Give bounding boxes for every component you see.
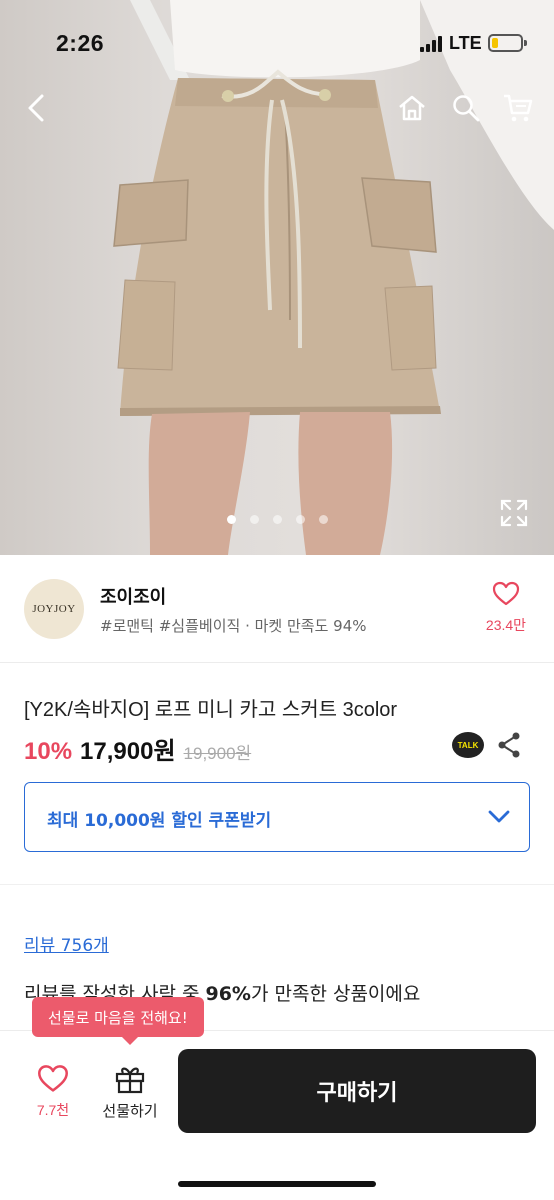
gift-label: 선물하기 <box>102 1102 158 1120</box>
gift-icon <box>115 1067 145 1094</box>
store-tags: #로맨틱 #심플베이직 · 마켓 만족도 94% <box>100 617 367 635</box>
gift-button[interactable]: 선물하기 <box>96 1064 164 1121</box>
favorite-count: 7.7천 <box>36 1102 70 1118</box>
chevron-left-icon <box>28 94 44 122</box>
store-like-button[interactable]: 23.4만 <box>478 581 534 635</box>
store-name[interactable]: 조이조이 <box>100 583 166 609</box>
kakao-talk-button[interactable]: TALK <box>452 732 484 758</box>
product-image-gallery[interactable]: 2:26 LTE <box>0 0 554 555</box>
price-row: 10% 17,900원 19,900원 <box>24 731 252 765</box>
review-satisfaction-percent: 96% <box>205 983 251 1005</box>
heart-icon <box>492 581 520 606</box>
home-indicator <box>178 1181 376 1187</box>
pagination-dot[interactable] <box>249 515 259 524</box>
store-like-count: 23.4만 <box>485 617 527 633</box>
share-button[interactable] <box>496 731 522 759</box>
pagination-dot[interactable] <box>295 515 305 524</box>
buy-label: 구매하기 <box>316 1081 398 1106</box>
discount-rate: 10% <box>24 738 73 765</box>
network-type: LTE <box>449 33 482 53</box>
coupon-button[interactable]: 최대 10,000원 할인 쿠폰받기 <box>24 782 530 852</box>
gift-tooltip-text: 선물로 마음을 전해요! <box>48 1008 188 1027</box>
original-price: 19,900원 <box>183 744 252 763</box>
search-button[interactable] <box>446 88 486 128</box>
review-summary-suffix: 가 만족한 상품이에요 <box>250 983 421 1005</box>
home-button[interactable] <box>392 88 432 128</box>
pagination-dot[interactable] <box>272 515 282 524</box>
expand-button[interactable] <box>498 497 530 529</box>
product-title: [Y2K/속바지O] 로프 미니 카고 스커트 3color <box>24 699 398 721</box>
signal-icon <box>420 36 444 52</box>
status-bar: 2:26 LTE <box>0 0 554 88</box>
share-icon <box>498 732 520 758</box>
store-info[interactable]: JOYJOY 조이조이 #로맨틱 #심플베이직 · 마켓 만족도 94% 23.… <box>0 555 554 663</box>
cart-button[interactable] <box>498 88 538 128</box>
search-icon <box>453 95 480 122</box>
store-logo-text: JOYJOY <box>32 603 76 615</box>
battery-icon <box>488 34 527 52</box>
store-logo[interactable]: JOYJOY <box>24 579 84 639</box>
back-button[interactable] <box>16 88 56 128</box>
home-icon <box>399 95 425 121</box>
heart-icon <box>38 1065 68 1092</box>
gift-tooltip: 선물로 마음을 전해요! <box>32 997 204 1045</box>
cart-icon <box>504 94 533 122</box>
sale-price: 17,900원 <box>80 738 176 765</box>
chevron-down-icon <box>488 810 510 823</box>
gallery-pagination <box>0 515 554 524</box>
expand-icon <box>500 499 528 527</box>
favorite-button[interactable]: 7.7천 <box>24 1064 82 1120</box>
pagination-dot[interactable] <box>318 515 328 524</box>
status-time: 2:26 <box>56 30 105 56</box>
pagination-dot[interactable] <box>226 515 236 524</box>
talk-label: TALK <box>457 740 479 750</box>
coupon-label: 최대 10,000원 할인 쿠폰받기 <box>47 811 272 831</box>
reviews-link[interactable]: 리뷰 756개 <box>24 931 109 956</box>
section-divider <box>0 884 554 885</box>
buy-button[interactable]: 구매하기 <box>178 1049 536 1133</box>
